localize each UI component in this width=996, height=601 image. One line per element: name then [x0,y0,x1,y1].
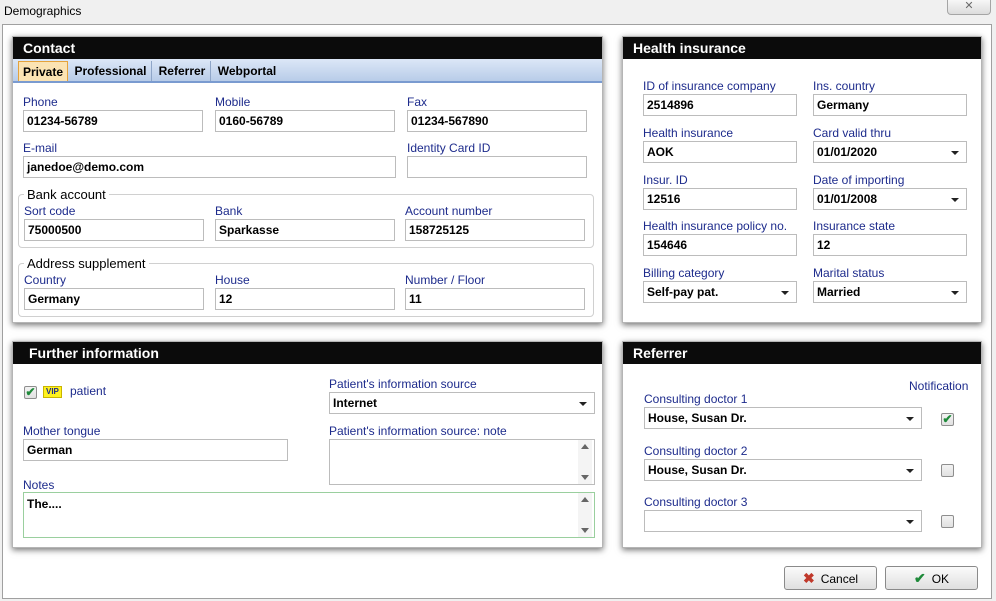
info-source-note-label: Patient's information source: note [329,424,507,438]
account-number-field[interactable]: 158725125 [405,219,585,241]
house-label: House [215,273,250,287]
vip-badge-icon: VIP [43,386,62,398]
further-information-header: Further information [13,342,602,364]
id-insurance-company-label: ID of insurance company [643,79,776,93]
identity-card-field[interactable] [407,156,587,178]
identity-card-label: Identity Card ID [407,141,491,155]
health-insurance-header: Health insurance [623,37,981,59]
phone-label: Phone [23,95,58,109]
insur-id-label: Insur. ID [643,173,688,187]
number-floor-field[interactable]: 11 [405,288,585,310]
referrer-header: Referrer [623,342,981,364]
account-number-label: Account number [405,204,493,218]
consulting-doctor-3-label: Consulting doctor 3 [644,495,748,509]
notes-label: Notes [23,478,55,492]
number-floor-label: Number / Floor [405,273,486,287]
info-source-note-textarea[interactable] [329,439,595,485]
tab-webportal[interactable]: Webportal [213,61,281,81]
tab-private[interactable]: Private [18,61,68,81]
consulting-doctor-2-dropdown[interactable]: House, Susan Dr. [644,459,922,481]
policy-no-label: Health insurance policy no. [643,219,788,233]
fax-field[interactable]: 01234-567890 [407,110,587,132]
consulting-doctor-1-label: Consulting doctor 1 [644,392,748,406]
ok-icon: ✔ [913,570,926,586]
date-importing-label: Date of importing [813,173,905,187]
phone-field[interactable]: 01234-56789 [23,110,203,132]
notify-doctor-2-checkbox[interactable] [941,464,954,477]
country-label: Country [24,273,67,287]
dialog-body: Contact Private Professional Referrer We… [2,24,992,599]
window-titlebar: Demographics ✕ [0,0,996,24]
insur-id-field[interactable]: 12516 [643,188,797,210]
ok-button-label: OK [931,572,950,586]
bank-account-title: Bank account [24,187,109,202]
contact-panel: Contact Private Professional Referrer We… [12,36,603,323]
country-field[interactable]: Germany [24,288,204,310]
insurance-state-label: Insurance state [813,219,896,233]
vip-checkbox[interactable]: ✔ [24,386,37,399]
mother-tongue-field[interactable]: German [23,439,288,461]
email-field[interactable]: janedoe@demo.com [23,156,396,178]
health-insurance-panel: Health insurance ID of insurance company… [622,36,982,323]
sort-code-label: Sort code [24,204,76,218]
mobile-field[interactable]: 0160-56789 [215,110,395,132]
billing-category-label: Billing category [643,266,725,280]
email-label: E-mail [23,141,58,155]
notify-doctor-3-checkbox[interactable] [941,515,954,528]
contact-tabbar: Private Professional Referrer Webportal [13,59,602,83]
marital-status-dropdown[interactable]: Married [813,281,967,303]
info-source-label: Patient's information source [329,377,477,391]
consulting-doctor-2-label: Consulting doctor 2 [644,444,748,458]
patient-label: patient [70,384,107,398]
notify-doctor-1-checkbox[interactable]: ✔ [941,413,954,426]
ins-country-label: Ins. country [813,79,876,93]
notes-scrollbar[interactable] [578,493,592,537]
ins-country-field[interactable]: Germany [813,94,967,116]
close-icon[interactable]: ✕ [947,0,991,15]
health-insurance-label: Health insurance [643,126,734,140]
ok-button[interactable]: ✔ OK [885,566,978,590]
fax-label: Fax [407,95,428,109]
consulting-doctor-3-dropdown[interactable] [644,510,922,532]
card-valid-label: Card valid thru [813,126,892,140]
house-field[interactable]: 12 [215,288,395,310]
marital-status-label: Marital status [813,266,885,280]
health-insurance-field[interactable]: AOK [643,141,797,163]
cancel-button-label: Cancel [820,572,859,586]
mobile-label: Mobile [215,95,251,109]
cancel-icon: ✖ [802,570,815,586]
mother-tongue-label: Mother tongue [23,424,101,438]
notification-label: Notification [909,379,969,393]
address-supplement-title: Address supplement [24,256,149,271]
insurance-state-field[interactable]: 12 [813,234,967,256]
billing-category-dropdown[interactable]: Self-pay pat. [643,281,797,303]
tab-professional[interactable]: Professional [70,61,152,81]
info-source-dropdown[interactable]: Internet [329,392,595,414]
contact-header: Contact [13,37,602,59]
tab-referrer[interactable]: Referrer [154,61,211,81]
bank-label: Bank [215,204,243,218]
bank-field[interactable]: Sparkasse [215,219,395,241]
notes-textarea[interactable]: The.... [23,492,595,538]
cancel-button[interactable]: ✖ Cancel [784,566,877,590]
date-importing-dropdown[interactable]: 01/01/2008 [813,188,967,210]
window-title: Demographics [4,4,82,18]
further-information-panel: Further information ✔ VIP patient Patien… [12,341,603,548]
info-note-scrollbar[interactable] [578,440,592,484]
referrer-panel: Referrer Notification Consulting doctor … [622,341,982,548]
policy-no-field[interactable]: 154646 [643,234,797,256]
sort-code-field[interactable]: 75000500 [24,219,204,241]
id-insurance-company-field[interactable]: 2514896 [643,94,797,116]
consulting-doctor-1-dropdown[interactable]: House, Susan Dr. [644,407,922,429]
card-valid-dropdown[interactable]: 01/01/2020 [813,141,967,163]
